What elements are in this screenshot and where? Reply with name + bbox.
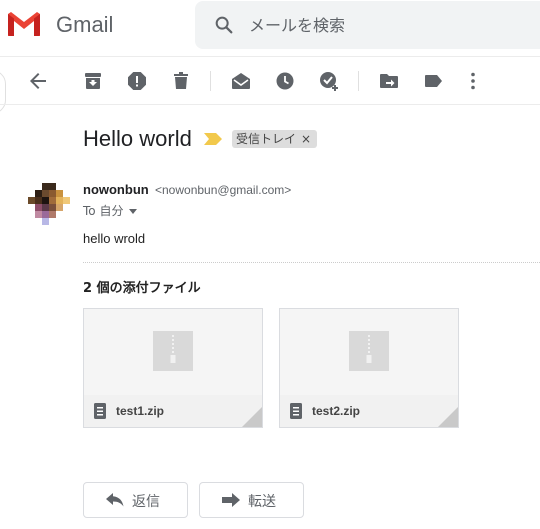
reply-icon xyxy=(106,493,124,507)
attachment-preview[interactable] xyxy=(280,309,458,395)
back-arrow-icon[interactable] xyxy=(26,69,50,93)
add-to-tasks-icon[interactable] xyxy=(317,69,341,93)
forward-label: 転送 xyxy=(248,494,276,510)
toolbar-divider xyxy=(0,104,540,105)
toolbar-separator xyxy=(210,71,211,91)
message-body: hello wrold xyxy=(83,231,146,246)
recipient-text: To 自分 xyxy=(83,204,124,218)
chevron-down-icon[interactable] xyxy=(129,209,138,214)
report-spam-icon[interactable] xyxy=(125,69,149,93)
forward-button[interactable]: 転送 xyxy=(199,482,304,518)
attachment-info-bar[interactable]: test1.zip xyxy=(84,395,262,427)
zip-file-icon xyxy=(349,331,389,371)
message-toolbar xyxy=(0,57,540,105)
document-icon xyxy=(290,403,302,419)
attachments-heading: 2 個の添付ファイル xyxy=(83,281,201,296)
snooze-icon[interactable] xyxy=(273,69,297,93)
attachment-filename: test2.zip xyxy=(312,404,361,418)
more-vert-icon[interactable] xyxy=(461,69,485,93)
label-chip-text: 受信トレイ xyxy=(236,132,297,146)
recipient-details-toggle[interactable]: To 自分 xyxy=(83,202,138,219)
archive-icon[interactable] xyxy=(81,69,105,93)
document-icon xyxy=(94,403,106,419)
top-bar: Gmail xyxy=(0,0,540,56)
attachment-card[interactable]: test2.zip xyxy=(279,308,459,428)
attachment-filename: test1.zip xyxy=(116,404,165,418)
sender-email: <nowonbun@gmail.com> xyxy=(155,183,292,197)
inbox-label-chip: 受信トレイ × xyxy=(232,130,318,148)
page-fold-corner xyxy=(438,407,458,427)
attachment-card[interactable]: test1.zip xyxy=(83,308,263,428)
avatar[interactable] xyxy=(28,183,72,227)
mark-unread-icon[interactable] xyxy=(229,69,253,93)
move-to-icon[interactable] xyxy=(377,69,401,93)
zip-file-icon xyxy=(153,331,193,371)
reply-label: 返信 xyxy=(132,494,160,510)
attachment-divider xyxy=(83,262,540,263)
attachment-preview[interactable] xyxy=(84,309,262,395)
search-input[interactable] xyxy=(249,11,529,39)
toolbar-separator xyxy=(358,71,359,91)
message-subject: Hello world xyxy=(83,126,192,151)
label-remove-button[interactable]: × xyxy=(301,132,311,146)
attachment-info-bar[interactable]: test2.zip xyxy=(280,395,458,427)
important-marker-icon[interactable] xyxy=(204,133,222,145)
search-box[interactable] xyxy=(195,1,540,49)
reply-button[interactable]: 返信 xyxy=(83,482,188,518)
gmail-logo-icon[interactable] xyxy=(5,10,43,38)
forward-icon xyxy=(222,493,240,507)
sender-name[interactable]: nowonbun xyxy=(83,182,149,197)
search-icon[interactable] xyxy=(213,14,235,36)
delete-icon[interactable] xyxy=(169,69,193,93)
labels-icon[interactable] xyxy=(421,69,445,93)
page-fold-corner xyxy=(242,407,262,427)
app-title: Gmail xyxy=(56,12,114,37)
